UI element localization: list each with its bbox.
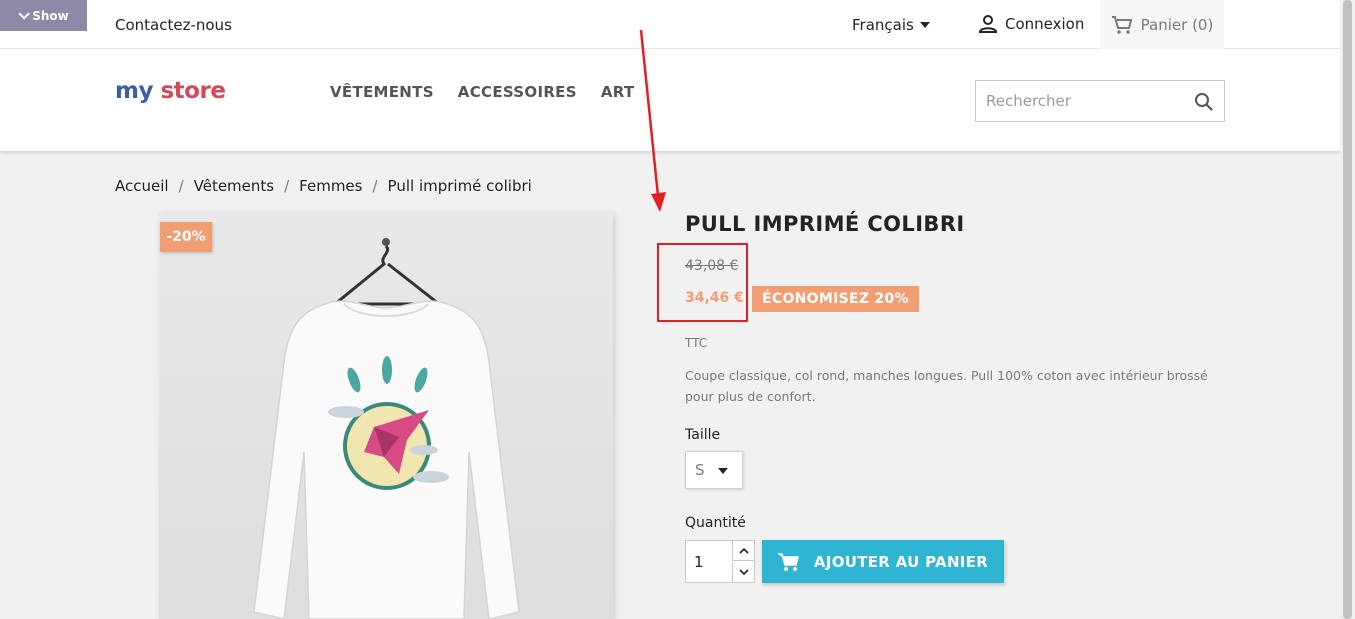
size-label: Taille	[685, 427, 721, 443]
cart-label: Panier (0)	[1140, 15, 1214, 34]
size-value: S	[695, 461, 705, 479]
search-input[interactable]	[976, 81, 1176, 121]
nav-item-accessoires[interactable]: ACCESSOIRES	[458, 83, 577, 101]
language-label: Français	[852, 16, 914, 34]
chevron-down-icon	[738, 568, 749, 575]
shopping-cart-icon	[1111, 15, 1132, 34]
annotation-arrow	[639, 29, 666, 212]
quantity-increment-button[interactable]	[732, 541, 754, 561]
breadcrumb-item-vetements[interactable]: Vêtements	[194, 177, 274, 195]
language-selector[interactable]: Français	[852, 16, 930, 34]
chevron-up-icon	[738, 547, 749, 554]
add-to-cart-button[interactable]: AJOUTER AU PANIER	[762, 540, 1004, 583]
user-icon	[978, 15, 998, 33]
breadcrumb-item-current: Pull imprimé colibri	[387, 177, 532, 195]
savings-badge: ÉCONOMISEZ 20%	[752, 286, 919, 312]
shopping-cart-icon	[777, 552, 799, 571]
quantity-input[interactable]	[686, 541, 732, 582]
breadcrumb-separator: /	[178, 177, 184, 195]
breadcrumb-separator: /	[372, 177, 378, 195]
add-to-cart-label: AJOUTER AU PANIER	[813, 552, 989, 571]
search-icon[interactable]	[1194, 92, 1214, 112]
product-description: Coupe classique, col rond, manches longu…	[685, 368, 1208, 404]
sweater-illustration	[253, 238, 520, 619]
chevron-down-icon	[18, 7, 31, 20]
breadcrumb-item-accueil[interactable]: Accueil	[115, 177, 169, 195]
product-title: PULL IMPRIMÉ COLIBRI	[685, 212, 965, 236]
show-button-label: Show	[32, 8, 69, 23]
quantity-stepper	[685, 540, 755, 583]
show-button[interactable]: Show	[0, 0, 87, 31]
main-nav: VÊTEMENTS ACCESSOIRES ART	[330, 83, 634, 101]
product-image[interactable]	[159, 212, 613, 619]
search-box	[975, 80, 1225, 122]
caret-down-icon	[919, 22, 930, 28]
contact-link[interactable]: Contactez-nous	[115, 16, 232, 34]
login-link[interactable]: Connexion	[978, 14, 1084, 34]
quantity-label: Quantité	[685, 515, 746, 531]
nav-item-vetements[interactable]: VÊTEMENTS	[330, 83, 434, 101]
breadcrumb: Accueil / Vêtements / Femmes / Pull impr…	[115, 177, 532, 195]
page-scrollbar[interactable]	[1340, 0, 1355, 619]
cart-button[interactable]: Panier (0)	[1100, 0, 1224, 49]
logo-word-store: store	[160, 78, 226, 104]
size-select[interactable]: S	[685, 451, 743, 489]
discount-badge: -20%	[160, 222, 212, 252]
tax-label: TTC	[685, 336, 708, 350]
logo-word-my: my	[115, 78, 153, 104]
caret-down-icon	[718, 468, 728, 474]
scrollbar-thumb[interactable]	[1343, 0, 1352, 619]
annotation-highlight-box	[657, 243, 748, 322]
store-logo[interactable]: my store	[115, 78, 226, 104]
breadcrumb-separator: /	[284, 177, 290, 195]
breadcrumb-item-femmes[interactable]: Femmes	[299, 177, 362, 195]
login-label: Connexion	[1005, 15, 1085, 33]
quantity-decrement-button[interactable]	[732, 562, 754, 582]
